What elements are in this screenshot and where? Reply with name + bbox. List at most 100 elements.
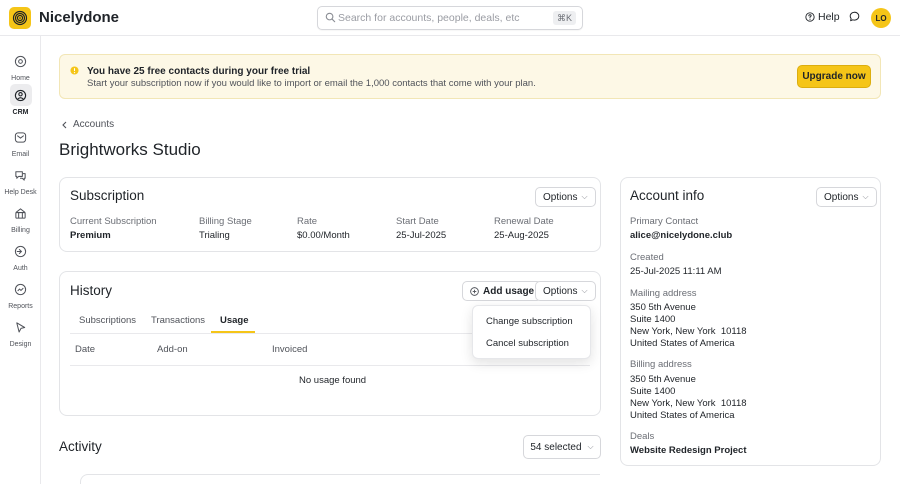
info-dot-icon <box>70 66 79 75</box>
mailing-address-label: Mailing address <box>630 288 697 299</box>
column-header-add-on: Add-on <box>157 344 188 355</box>
tab-transactions[interactable]: Transactions <box>151 315 205 326</box>
banner-title: You have 25 free contacts during your fr… <box>87 66 311 77</box>
home-icon <box>14 55 27 67</box>
primary-contact-value[interactable]: alice@nicelydone.club <box>630 230 732 241</box>
mailing-address-line: United States of America <box>630 338 735 349</box>
billing-address-label: Billing address <box>630 359 692 370</box>
options-label: Options <box>543 285 578 297</box>
sidebar-item-reports[interactable]: Reports <box>0 278 41 310</box>
billing-address-line: 350 5th Avenue <box>630 374 696 385</box>
add-usage-label: Add usage <box>483 285 535 297</box>
activity-feed-panel <box>80 474 600 484</box>
breadcrumb-accounts-link[interactable]: Accounts <box>73 119 114 130</box>
history-title: History <box>70 283 113 298</box>
user-avatar[interactable]: LO <box>871 8 891 28</box>
sidebar-item-label: Billing <box>11 227 30 234</box>
field-label: Start Date <box>396 216 439 227</box>
selected-count-label: 54 selected <box>530 441 582 453</box>
search-input[interactable] <box>338 10 550 26</box>
help-circle-icon <box>805 12 815 22</box>
chevron-down-icon: ⌵ <box>587 442 594 451</box>
logo-mark-icon <box>12 10 28 26</box>
banner-subtitle: Start your subscription now if you would… <box>87 78 536 89</box>
chevron-down-icon: ⌵ <box>862 192 869 201</box>
empty-state-text: No usage found <box>299 375 367 386</box>
start-date-value: 25-Jul-2025 <box>396 230 447 241</box>
created-label: Created <box>630 252 664 263</box>
subscription-options-button[interactable]: Options ⌵ <box>535 187 596 207</box>
sidebar-item-design[interactable]: Design <box>0 316 41 348</box>
global-search[interactable]: ⌘K <box>317 6 583 30</box>
sidebar-item-email[interactable]: Email <box>0 126 41 158</box>
email-icon <box>14 131 27 143</box>
help-label: Help <box>818 11 840 23</box>
app-logo[interactable] <box>9 7 31 29</box>
deal-link[interactable]: Website Redesign Project <box>630 445 747 456</box>
help-button[interactable]: Help <box>805 11 840 23</box>
column-header-date: Date <box>75 344 96 355</box>
sidebar-item-help-desk[interactable]: Help Desk <box>0 164 41 196</box>
sidebar-item-label: CRM <box>12 109 29 116</box>
mailing-address-line: New York, New York 10118 <box>630 326 747 337</box>
table-header-divider <box>70 365 590 366</box>
add-usage-button[interactable]: Add usage <box>462 281 543 301</box>
tab-subscriptions[interactable]: Subscriptions <box>79 315 136 326</box>
breadcrumb[interactable]: Accounts <box>61 119 114 130</box>
help-desk-icon <box>15 170 26 181</box>
active-tab-indicator <box>211 331 255 333</box>
options-label: Options <box>543 191 578 203</box>
sidebar-item-billing[interactable]: Billing <box>0 202 41 234</box>
field-label: Billing Stage <box>199 216 252 227</box>
menu-item-cancel-subscription[interactable]: Cancel subscription <box>486 338 569 349</box>
account-info-options-button[interactable]: Options ⌵ <box>816 187 877 207</box>
upgrade-now-button[interactable]: Upgrade now <box>797 65 871 88</box>
sidebar-item-label: Home <box>11 75 30 82</box>
sidebar-item-home[interactable]: Home <box>0 50 41 82</box>
primary-contact-label: Primary Contact <box>630 216 699 227</box>
sidebar-nav: Home CRM Email Help Desk Billing Auth Re… <box>0 36 41 484</box>
rate-value: $0.00/Month <box>297 230 350 241</box>
subscription-title: Subscription <box>70 188 145 203</box>
created-value: 25-Jul-2025 11:11 AM <box>630 266 722 277</box>
history-options-menu: Change subscription Cancel subscription <box>472 305 591 359</box>
deals-label: Deals <box>630 431 655 442</box>
current-subscription-value: Premium <box>70 230 111 241</box>
search-icon <box>325 12 336 23</box>
chevron-left-icon <box>62 121 67 128</box>
chat-bubble-icon <box>849 11 860 22</box>
billing-address-line: New York, New York 10118 <box>630 398 747 409</box>
sidebar-item-crm[interactable]: CRM <box>0 84 41 116</box>
history-options-button[interactable]: Options ⌵ <box>535 281 596 301</box>
billing-address-line: Suite 1400 <box>630 386 676 397</box>
sidebar-item-label: Design <box>9 341 32 348</box>
billing-address-line: United States of America <box>630 410 735 421</box>
crm-icon <box>14 89 27 101</box>
sidebar-item-auth[interactable]: Auth <box>0 240 41 272</box>
app-name: Nicelydone <box>39 9 120 26</box>
activity-filter-select[interactable]: 54 selected ⌵ <box>523 435 601 459</box>
sidebar-item-label: Email <box>11 151 30 158</box>
mailing-address-line: Suite 1400 <box>630 314 676 325</box>
activity-title: Activity <box>59 439 102 454</box>
chat-button[interactable] <box>849 11 860 25</box>
account-info-title: Account info <box>630 188 705 203</box>
trial-banner: You have 25 free contacts during your fr… <box>59 54 881 99</box>
tab-usage[interactable]: Usage <box>220 315 249 326</box>
billing-icon <box>15 207 26 219</box>
mailing-address-line: 350 5th Avenue <box>630 302 696 313</box>
renewal-date-value: 25-Aug-2025 <box>494 230 549 241</box>
field-label: Renewal Date <box>494 216 554 227</box>
auth-icon <box>14 245 27 257</box>
menu-item-change-subscription[interactable]: Change subscription <box>486 316 573 327</box>
options-label: Options <box>824 191 859 203</box>
sidebar-item-label: Auth <box>13 265 28 272</box>
chevron-down-icon: ⌵ <box>581 286 588 295</box>
design-icon <box>16 321 26 332</box>
chevron-down-icon: ⌵ <box>581 192 588 201</box>
sidebar-item-label: Reports <box>8 303 33 310</box>
field-label: Rate <box>297 216 318 227</box>
column-header-invoiced: Invoiced <box>272 344 308 355</box>
plus-circle-icon <box>470 286 479 296</box>
field-label: Current Subscription <box>70 216 157 227</box>
